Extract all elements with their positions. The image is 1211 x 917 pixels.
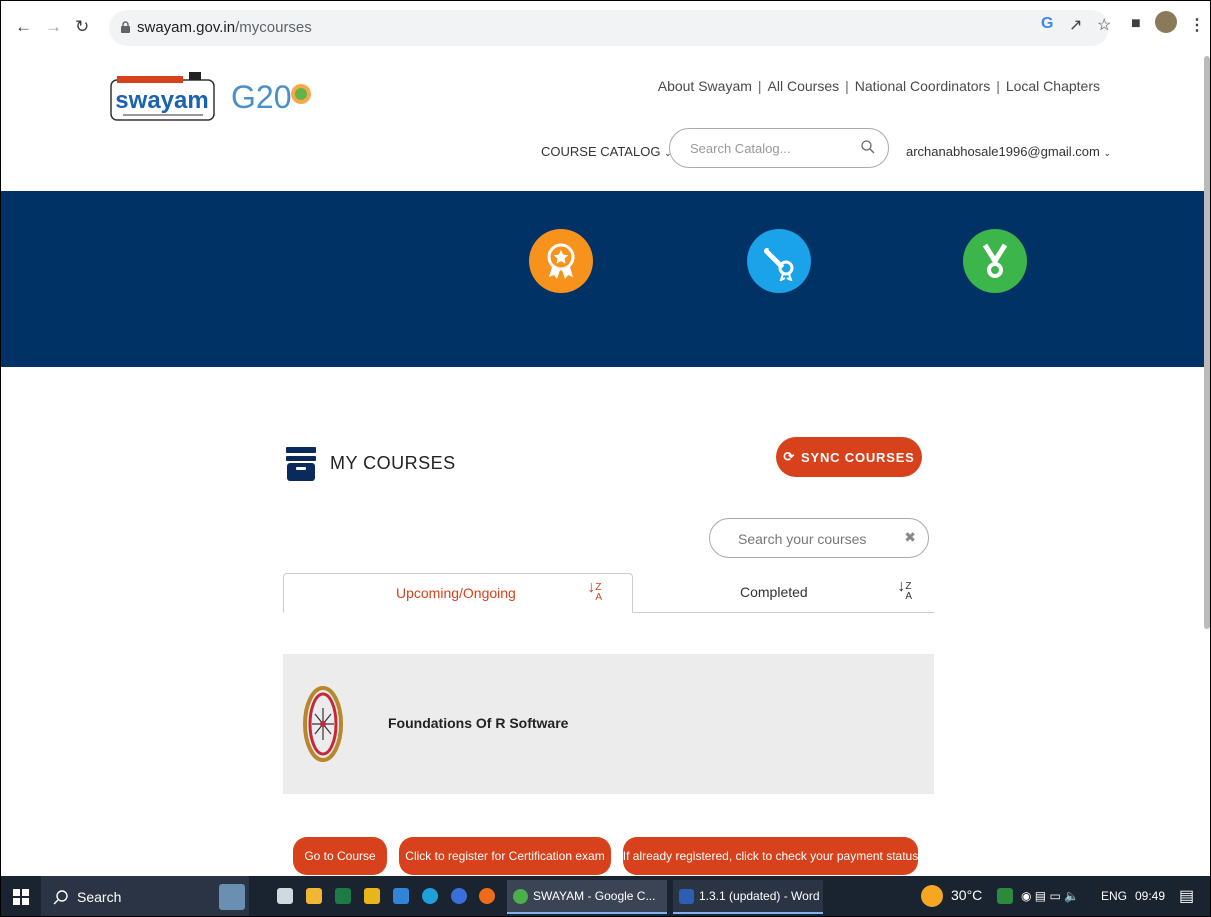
firefox-icon[interactable]: [479, 888, 495, 904]
back-icon[interactable]: ←: [15, 17, 32, 37]
clock-time[interactable]: 09:49: [1135, 889, 1165, 903]
link-about-swayam[interactable]: About Swayam: [658, 78, 752, 94]
medal-icon[interactable]: [963, 229, 1027, 293]
link-local-chapters[interactable]: Local Chapters: [1006, 78, 1100, 94]
sync-courses-label: SYNC COURSES: [801, 449, 915, 465]
certificate-icon[interactable]: [747, 229, 811, 293]
bookmark-star-icon[interactable]: ☆: [1097, 15, 1111, 35]
sort-za-icon[interactable]: ↓Z A: [587, 580, 602, 603]
iit-kanpur-logo: [303, 686, 343, 762]
chevron-down-icon: ⌄: [1103, 148, 1112, 158]
task-view-icon[interactable]: [277, 888, 293, 904]
sidepanel-icon[interactable]: ■: [1131, 15, 1141, 33]
language-indicator[interactable]: ENG: [1101, 889, 1127, 903]
excel-icon[interactable]: [335, 888, 351, 904]
section-title: MY COURSES: [330, 453, 456, 473]
search-highlight-icon: [219, 884, 245, 910]
taskbar-search-label: Search: [77, 889, 122, 905]
payment-status-button[interactable]: If already registered, click to check yo…: [623, 837, 918, 875]
share-icon[interactable]: ↗: [1069, 15, 1082, 35]
temperature-text: 30°C: [951, 887, 983, 903]
reload-icon[interactable]: ↻: [75, 17, 89, 37]
weather-icon[interactable]: [921, 885, 943, 907]
screen: ← → ↻ swayam.gov.in/mycourses G ↗ ☆ ■ ⋮ …: [0, 0, 1211, 917]
word-icon: [679, 889, 694, 904]
course-title[interactable]: Foundations Of R Software: [388, 715, 568, 731]
register-certification-button[interactable]: Click to register for Certification exam: [399, 837, 611, 875]
course-card: Foundations Of R Software: [283, 654, 934, 794]
edge-icon[interactable]: [422, 888, 438, 904]
notification-icon[interactable]: ▤: [1179, 886, 1194, 906]
course-search-placeholder: Search your courses: [738, 531, 867, 547]
course-search-input[interactable]: Search your courses ✖: [709, 518, 929, 558]
tab-label: Completed: [740, 584, 808, 600]
search-icon: [53, 890, 68, 905]
file-explorer-icon[interactable]: [306, 888, 322, 904]
sort-za-icon[interactable]: ↓Z A: [897, 579, 912, 602]
refresh-icon: ⟳: [783, 449, 796, 464]
tab-upcoming-ongoing[interactable]: Upcoming/Ongoing ↓Z A: [283, 573, 633, 613]
hero-banner: [1, 191, 1210, 367]
windows-taskbar: Search SWAYAM - Google C... 1.3.1 (updat…: [1, 876, 1210, 916]
tab-label: Upcoming/Ongoing: [396, 585, 516, 601]
tab-completed[interactable]: Completed ↓Z A: [633, 573, 934, 613]
browser-toolbar: ← → ↻ swayam.gov.in/mycourses G ↗ ☆ ■ ⋮: [1, 1, 1210, 56]
search-icon[interactable]: [860, 139, 876, 155]
forward-icon[interactable]: →: [45, 17, 62, 37]
user-account-dropdown[interactable]: archanabhosale1996@gmail.com ⌄: [906, 144, 1111, 159]
tray-icons[interactable]: ◉ ▤ ▭ 🔈: [1021, 889, 1079, 903]
taskbar-chrome-window[interactable]: SWAYAM - Google C...: [507, 880, 667, 914]
site-header: swayam G20 About Swayam | All Courses | Nati…: [1, 56, 1210, 191]
url-text: swayam.gov.in/mycourses: [137, 19, 312, 36]
google-icon[interactable]: G: [1041, 15, 1053, 33]
tray-app-icon[interactable]: [997, 888, 1013, 904]
go-to-course-button[interactable]: Go to Course: [293, 837, 387, 875]
link-national-coordinators[interactable]: National Coordinators: [855, 78, 990, 94]
taskbar-search[interactable]: Search: [41, 876, 249, 916]
course-catalog-dropdown[interactable]: COURSE CATALOG ⌄: [541, 144, 672, 159]
lock-icon: [121, 21, 130, 33]
store-icon[interactable]: [364, 888, 380, 904]
windows-start-icon[interactable]: [13, 889, 29, 905]
award-icon[interactable]: [529, 229, 593, 293]
page-scrollbar[interactable]: [1204, 56, 1210, 629]
address-bar[interactable]: swayam.gov.in/mycourses: [109, 10, 1109, 46]
swayam-logo[interactable]: swayam: [109, 72, 216, 124]
archive-box-icon: [286, 447, 316, 481]
profile-avatar-icon[interactable]: [1155, 11, 1177, 33]
course-tabs: Upcoming/Ongoing ↓Z A Completed ↓Z A: [283, 573, 934, 613]
catalog-search-input[interactable]: Search Catalog...: [669, 128, 889, 168]
menu-kebab-icon[interactable]: ⋮: [1189, 15, 1205, 35]
catalog-search-placeholder: Search Catalog...: [690, 141, 791, 156]
mail-icon[interactable]: [393, 888, 409, 904]
svg-text:G20: G20: [231, 79, 291, 115]
top-links: About Swayam | All Courses | National Coordi…: [657, 78, 1100, 94]
chrome-icon: [513, 889, 528, 904]
sync-courses-button[interactable]: ⟳ SYNC COURSES: [776, 437, 922, 477]
chrome-alt-icon[interactable]: [451, 888, 467, 904]
g20-logo: G20: [231, 79, 311, 115]
link-all-courses[interactable]: All Courses: [768, 78, 840, 94]
taskbar-word-window[interactable]: 1.3.1 (updated) - Word: [673, 880, 823, 914]
svg-text:swayam: swayam: [115, 87, 208, 114]
clear-icon[interactable]: ✖: [904, 529, 916, 546]
